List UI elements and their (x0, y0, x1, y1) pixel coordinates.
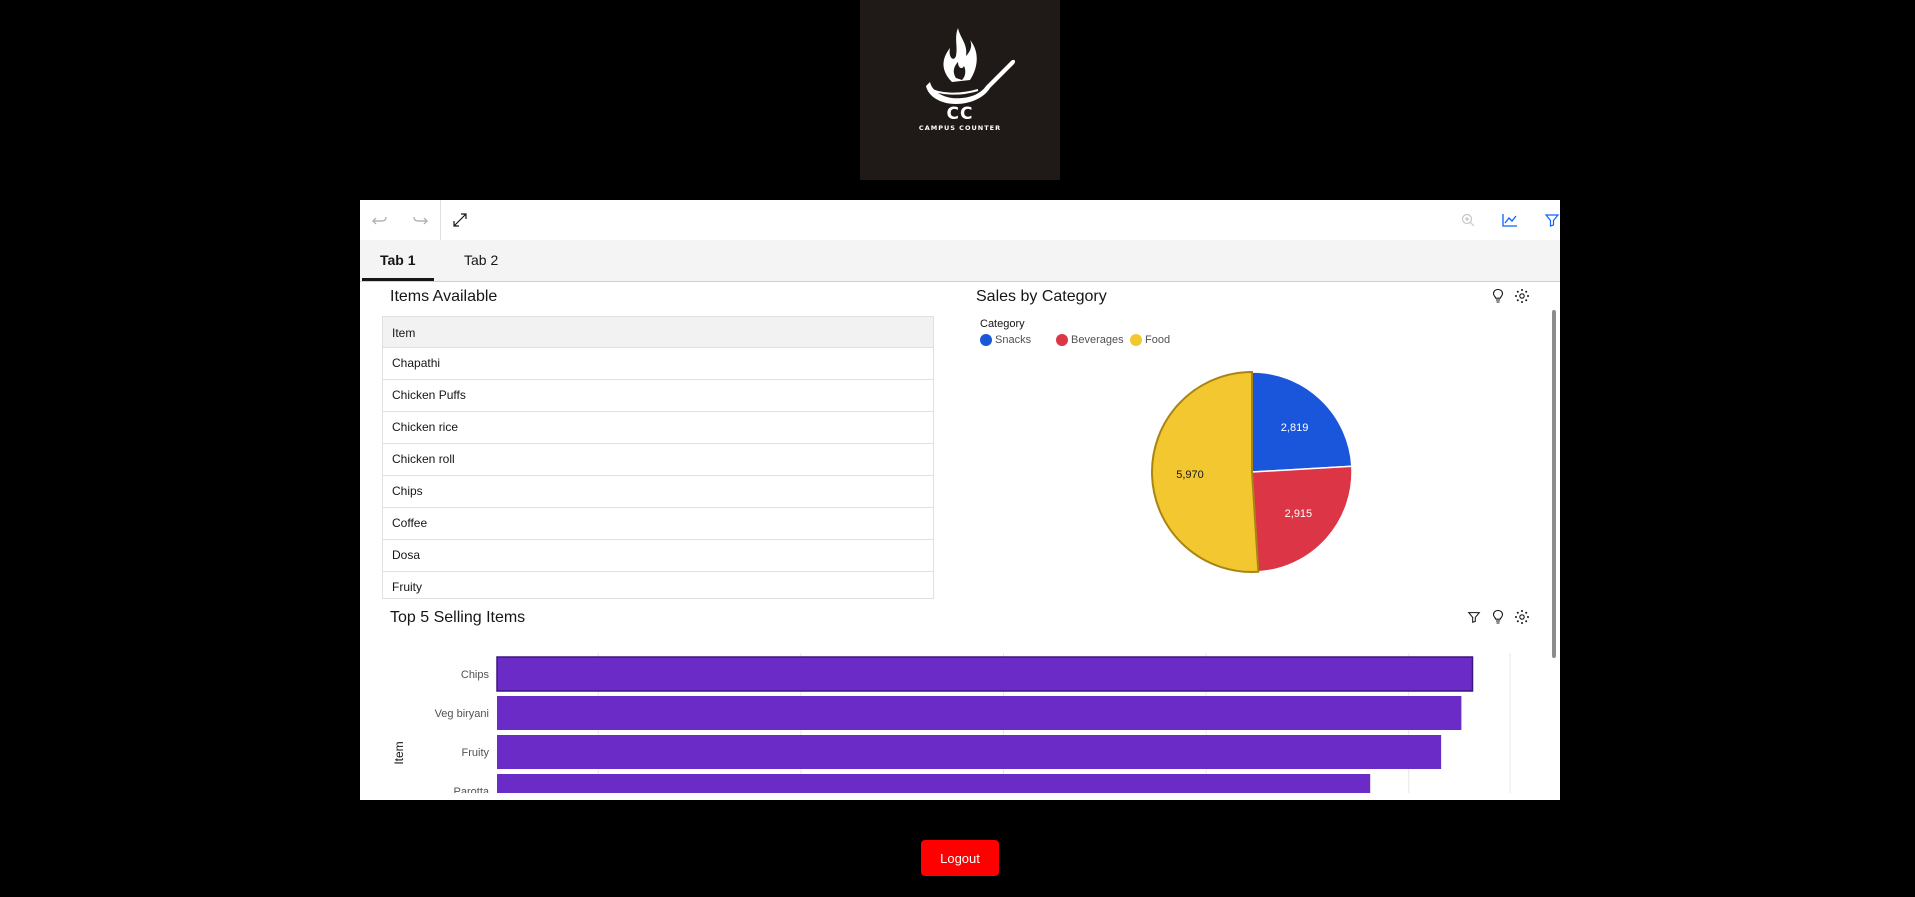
table-row[interactable]: Chapathi (383, 348, 933, 380)
table-row[interactable]: Dosa (383, 540, 933, 572)
table-row[interactable]: Chicken Puffs (383, 380, 933, 412)
pie-data-label: 2,915 (1285, 508, 1313, 520)
legend-title: Category (980, 318, 1025, 330)
table-row[interactable]: Chicken roll (383, 444, 933, 476)
redo-icon[interactable] (406, 206, 434, 234)
bar-parotta[interactable] (497, 774, 1371, 793)
legend-item-beverages[interactable]: Beverages (1056, 334, 1124, 346)
campus-counter-logo: CC CAMPUS COUNTER (860, 0, 1060, 180)
legend-swatch (980, 334, 992, 346)
legend-item-food[interactable]: Food (1130, 334, 1170, 346)
ai-sparkle-icon[interactable] (1513, 608, 1531, 626)
items-widget-title: Items Available (390, 288, 498, 305)
y-axis-title: Item (392, 741, 406, 764)
legend-label: Snacks (995, 334, 1032, 346)
tab-2[interactable]: Tab 2 (446, 240, 516, 278)
tab-1[interactable]: Tab 1 (362, 240, 434, 281)
bar-veg-biryani[interactable] (497, 696, 1462, 730)
top5-widget-title: Top 5 Selling Items (390, 609, 526, 626)
bar-category-label: Veg biryani (435, 708, 489, 720)
legend-label: Beverages (1071, 334, 1124, 346)
zoom-icon[interactable] (1454, 206, 1482, 234)
table-row[interactable]: Coffee (383, 508, 933, 540)
ai-sparkle-icon[interactable] (1513, 287, 1531, 305)
toolbar-divider (440, 200, 441, 240)
logout-button[interactable]: Logout (921, 840, 999, 876)
bar-category-label: Fruity (462, 747, 490, 759)
bar-chips[interactable] (496, 656, 1474, 692)
table-row[interactable]: Chips (383, 476, 933, 508)
pie-data-label: 5,970 (1176, 469, 1204, 481)
bar-chart: Item Chips Veg biryani Fruity Parotta (392, 653, 1511, 793)
legend-label: Food (1145, 334, 1171, 346)
pie-chart: 2,819 2,915 5,970 (1150, 370, 1353, 573)
pie-slice-food[interactable] (1150, 370, 1260, 573)
logo-brand-name: CAMPUS COUNTER (918, 124, 1002, 132)
bar-category-label: Chips (461, 669, 490, 681)
items-table: Item Chapathi Chicken Puffs Chicken rice… (382, 316, 934, 599)
filter-icon[interactable] (1538, 206, 1560, 234)
table-header-item[interactable]: Item (383, 316, 933, 348)
dashboard-toolbar (360, 200, 1560, 241)
table-row[interactable]: Fruity (383, 572, 933, 598)
lightbulb-icon[interactable] (1489, 287, 1507, 305)
legend-swatch (1056, 334, 1068, 346)
expand-icon[interactable] (446, 206, 474, 234)
bar-fruity[interactable] (497, 735, 1442, 769)
table-row[interactable]: Chicken rice (383, 412, 933, 444)
legend-swatch (1130, 334, 1142, 346)
vertical-scrollbar[interactable] (1552, 310, 1556, 658)
line-chart-icon[interactable] (1496, 206, 1524, 234)
logo-initials: CC (946, 104, 974, 124)
undo-icon[interactable] (366, 206, 394, 234)
lightbulb-icon[interactable] (1489, 608, 1507, 626)
tab-bar: Tab 1 Tab 2 (360, 240, 1560, 282)
legend-item-snacks[interactable]: Snacks (980, 334, 1031, 346)
bar-category-label: Parotta (454, 786, 490, 793)
pan-flame-icon (926, 28, 1016, 104)
pie-data-label: 2,819 (1281, 422, 1309, 434)
filter-widget-icon[interactable] (1465, 608, 1483, 626)
sales-widget-title: Sales by Category (976, 288, 1107, 305)
